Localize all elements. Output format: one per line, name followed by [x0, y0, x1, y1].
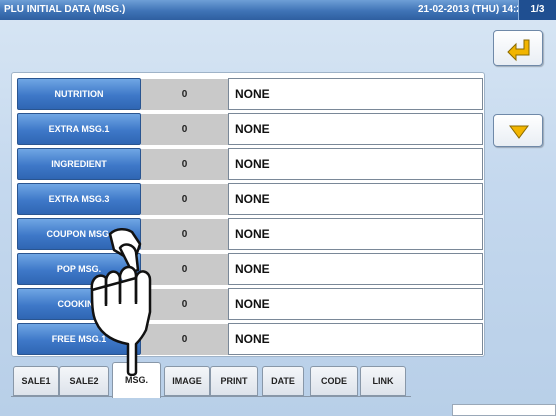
title-bar: PLU INITIAL DATA (MSG.) 21-02-2013 (THU)… [0, 0, 556, 20]
row-number: 0 [141, 78, 228, 110]
tab-print[interactable]: PRINT [210, 366, 258, 396]
row-label-button[interactable]: INGREDIENT [17, 148, 141, 180]
tab-link[interactable]: LINK [360, 366, 406, 396]
table-row: EXTRA MSG.1 0 NONE [17, 113, 483, 145]
row-value: NONE [228, 323, 483, 355]
scroll-down-button[interactable] [493, 114, 543, 147]
tab-sale1[interactable]: SALE1 [13, 366, 59, 396]
table-row: EXTRA MSG.3 0 NONE [17, 183, 483, 215]
page-indicator: 1/3 [518, 0, 556, 20]
table-row: INGREDIENT 0 NONE [17, 148, 483, 180]
date-time: 21-02-2013 (THU) 14:28 [418, 4, 528, 15]
table-row: NUTRITION 0 NONE [17, 78, 483, 110]
row-label-button[interactable]: NUTRITION [17, 78, 141, 110]
tab-date[interactable]: DATE [262, 366, 304, 396]
down-triangle-icon [509, 125, 529, 139]
pointing-hand-icon [90, 228, 152, 376]
return-arrow-icon [507, 39, 530, 62]
row-value: NONE [228, 148, 483, 180]
screen-title: PLU INITIAL DATA (MSG.) [4, 4, 126, 15]
row-value: NONE [228, 288, 483, 320]
row-value: NONE [228, 183, 483, 215]
row-value: NONE [228, 218, 483, 250]
row-number: 0 [141, 113, 228, 145]
row-value: NONE [228, 78, 483, 110]
back-button[interactable] [493, 30, 543, 66]
screen: PLU INITIAL DATA (MSG.) 21-02-2013 (THU)… [0, 0, 556, 416]
tab-strip-divider [11, 396, 411, 397]
row-value: NONE [228, 113, 483, 145]
row-number: 0 [141, 183, 228, 215]
status-box [452, 404, 556, 416]
row-value: NONE [228, 253, 483, 285]
row-label-button[interactable]: EXTRA MSG.1 [17, 113, 141, 145]
tab-code[interactable]: CODE [310, 366, 358, 396]
row-number: 0 [141, 148, 228, 180]
row-label-button[interactable]: EXTRA MSG.3 [17, 183, 141, 215]
